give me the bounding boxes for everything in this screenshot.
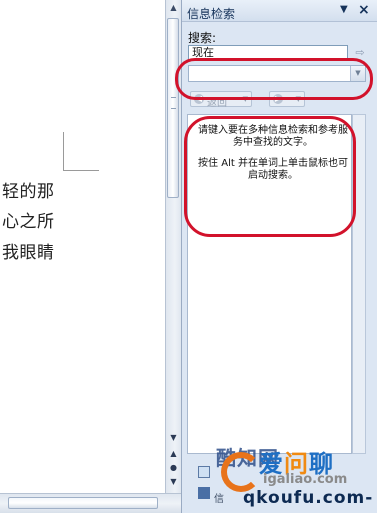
previous-page-icon[interactable]: ▲ [168, 448, 179, 460]
watermark-bottom-text: qkoufu.com- [243, 488, 374, 508]
text-boundary-marker [63, 170, 99, 171]
document-line-3[interactable]: 我眼睛 [2, 238, 55, 263]
pane-menu-icon[interactable]: ▼ [340, 4, 348, 15]
next-page-icon[interactable]: ▼ [168, 476, 179, 488]
browse-object-icon[interactable]: ● [168, 462, 179, 474]
get-services-icon[interactable] [198, 487, 210, 499]
document-line-2[interactable]: 心之所 [2, 207, 55, 232]
research-options-icon[interactable] [198, 466, 210, 478]
document-area[interactable]: 轻的那 心之所 我眼睛 [0, 0, 165, 493]
scroll-down-arrow-icon[interactable]: ▼ [168, 432, 179, 444]
document-line-1[interactable]: 轻的那 [2, 177, 55, 202]
scroll-up-arrow-icon[interactable]: ▲ [168, 2, 179, 14]
scroll-grip [171, 97, 176, 109]
watermark-url: igaliao.com [263, 472, 348, 487]
watermark-swirl-icon [221, 452, 261, 492]
horizontal-scrollbar-thumb[interactable] [8, 497, 158, 509]
pane-header: 信息检索 ▼ × [182, 0, 377, 22]
scrollbar-thumb[interactable] [167, 18, 179, 198]
annotation-highlight-results [184, 116, 356, 237]
document-horizontal-scrollbar[interactable] [0, 493, 181, 513]
close-icon[interactable]: × [358, 2, 370, 18]
watermark: 爱问聊 igaliao.com qkoufu.com- [215, 438, 375, 510]
text-boundary-marker [63, 132, 64, 170]
search-label: 搜索: [188, 31, 217, 45]
annotation-highlight-dropdown [175, 58, 373, 100]
pane-title: 信息检索 [187, 7, 236, 21]
